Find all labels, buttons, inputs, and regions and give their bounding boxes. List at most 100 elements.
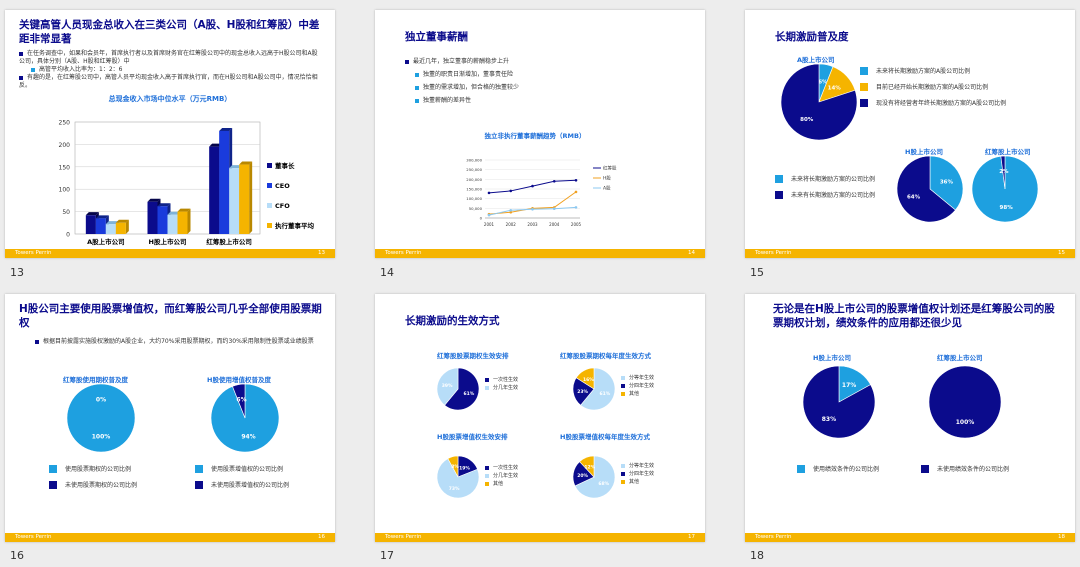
brand-logo: Towers Perrin [755, 534, 792, 540]
data-point [574, 190, 578, 194]
bullet-text: 根据目前披露实施股权激励的A股企业，大约70%采用股票期权，而约30%采用限制性… [43, 338, 314, 345]
slide-title: 长期激励的生效方式 [405, 315, 500, 327]
pie-label: 20% [577, 473, 588, 479]
legend-swatch [485, 474, 489, 478]
data-point [487, 191, 491, 195]
slide-title: 独立董事薪酬 [405, 31, 468, 43]
legend-label: 分等年生效 [629, 375, 655, 381]
legend-label: 分四年生效 [629, 471, 655, 477]
pie-chart: 61% 39% [436, 367, 480, 411]
chart-title: 红筹股股票期权每年度生效方式 [560, 352, 651, 360]
pie-label: 14% [828, 86, 842, 92]
legend: 一次性生效 分几年生效 其他 [485, 464, 518, 488]
pie-label: 73% [449, 486, 460, 492]
legend-label: 一次性生效 [493, 377, 519, 383]
slide-14[interactable]: 独立董事薪酬 最近几年，独立董事的薪酬稳步上升 独董的职责日渐增加，董事责任险 … [375, 10, 705, 258]
y-tick-label: 100,000 [466, 196, 482, 201]
pie-label: 64% [907, 195, 921, 201]
slide-17[interactable]: 长期激励的生效方式 红筹股股票期权生效安排 红筹股股票期权每年度生效方式 H股股… [375, 294, 705, 542]
x-tick-label: 2001 [484, 222, 495, 227]
legend-swatch [621, 464, 625, 468]
slide-number: 16 [10, 549, 24, 562]
legend-item: 未使用股票增值权的公司比例 [195, 480, 289, 489]
pie-label: 98% [1000, 205, 1014, 211]
legend-item: 未来有长期激励方案的公司比例 [775, 190, 875, 199]
legend-item: 未使用股票期权的公司比例 [49, 480, 137, 489]
legend-swatch [621, 384, 625, 388]
slide-15[interactable]: 长期激励普及度 A股上市公司 6% 14% 80% 未来将长期激励方案的A股公司比例… [745, 10, 1075, 258]
pie-label: 61% [463, 391, 474, 397]
legend-swatch [621, 392, 625, 396]
legend-label: CFO [275, 202, 290, 210]
legend-swatch [485, 386, 489, 390]
legend-label: 分四年生效 [629, 383, 655, 389]
bullet-list: 在任务调查中，如果和会员年，首席执行者以及首席财务官在红筹股公司中的现金总收入远… [19, 50, 319, 90]
legend-swatch [485, 378, 489, 382]
pie-label: 100% [92, 434, 111, 441]
legend-item: 分四年生效 [621, 382, 654, 390]
pie-chart-red-chip: 98% 2% [971, 155, 1039, 223]
bar [229, 168, 240, 234]
legend-label: 董事长 [275, 161, 295, 170]
bar [95, 218, 106, 234]
legend-label: 分等年生效 [629, 463, 655, 469]
legend-item: 分等年生效 [621, 462, 654, 470]
pie-slice [928, 365, 1002, 439]
bullet-text: 独董薪酬的差异性 [423, 97, 472, 104]
brand-logo: Towers Perrin [15, 250, 52, 256]
legend-label: 分几年生效 [493, 473, 519, 479]
series-line [488, 191, 577, 215]
bar [147, 201, 158, 234]
bar [209, 146, 220, 234]
slide-number: 18 [750, 549, 764, 562]
y-tick-label: 50 [62, 209, 70, 216]
legend: 分等年生效分四年生效其他 [621, 462, 654, 486]
slide-footer: Towers Perrin 18 [745, 533, 1075, 542]
y-tick-label: 250 [59, 120, 71, 127]
slide-13[interactable]: 关键高管人员现金总收入在三类公司（A股、H股和红筹股）中差距非常显著 在任务调查… [5, 10, 335, 258]
page-number: 15 [1058, 250, 1065, 256]
slide-16[interactable]: H股公司主要使用股票增值权，而红筹股公司几乎全部使用股票期权 根据目前披露实施股… [5, 294, 335, 542]
bar-chart: 总现金收入市场中位水平（万元RMB） 0 50 100 150 200 250 A股上市公司 H… [59, 94, 315, 246]
bar [219, 130, 230, 234]
data-point [487, 213, 491, 217]
bar-side [249, 161, 253, 234]
pie-chart: 19% 73% 8% [436, 455, 480, 499]
x-tick-label: 红筹股上市公司 [206, 237, 252, 246]
data-point [552, 179, 556, 183]
legend-item: 使用绩效条件的公司比例 [797, 464, 879, 473]
y-tick-label: 100 [59, 187, 71, 194]
legend-swatch [485, 482, 489, 486]
legend-label: 其他 [629, 479, 640, 485]
slide-number: 14 [380, 266, 394, 279]
bar [115, 222, 126, 234]
bullet-text: 在任务调查中，如果和会员年，首席执行者以及首席财务官在红筹股公司中的现金总收入远… [19, 50, 318, 65]
page-number: 18 [1058, 534, 1065, 540]
legend-item: 使用股票期权的公司比例 [49, 464, 131, 473]
y-tick-label: 0 [66, 232, 70, 239]
legend-swatch [267, 163, 272, 168]
pie-label: 68% [598, 481, 609, 487]
legend-swatch [267, 223, 272, 228]
bar [157, 206, 168, 234]
pie-label: 12% [584, 464, 595, 470]
y-tick-label: 250,000 [466, 167, 482, 172]
y-tick-label: 300,000 [466, 158, 482, 163]
slide-18[interactable]: 无论是在H股上市公司的股票增值权计划还是红筹股公司的股票期权计划，绩效条件的应用… [745, 294, 1075, 542]
y-tick-label: 50,000 [469, 206, 483, 211]
slide-footer: Towers Perrin 14 [375, 249, 705, 258]
chart-title: 红筹股股票期权生效安排 [437, 352, 509, 360]
pie-chart-h-shares: 17% 83% [802, 365, 876, 439]
slide-title: 无论是在H股上市公司的股票增值权计划还是红筹股公司的股票期权计划，绩效条件的应用… [773, 303, 1055, 329]
legend-item: 一次性生效 [485, 464, 518, 472]
legend-item: 分四年生效 [621, 470, 654, 478]
bar [105, 224, 116, 234]
legend-item: 分几年生效 [485, 384, 518, 392]
pie-label: 17% [842, 382, 856, 389]
pie-label: 36% [940, 179, 954, 185]
slide-number: 17 [380, 549, 394, 562]
pie-chart: 61% 23% 16% [572, 367, 616, 411]
legend-label: H股 [603, 176, 611, 182]
legend-item: 未来将长期激励方案的A股公司比例 [860, 66, 970, 75]
legend: 分等年生效 分四年生效 其他 [621, 374, 654, 398]
